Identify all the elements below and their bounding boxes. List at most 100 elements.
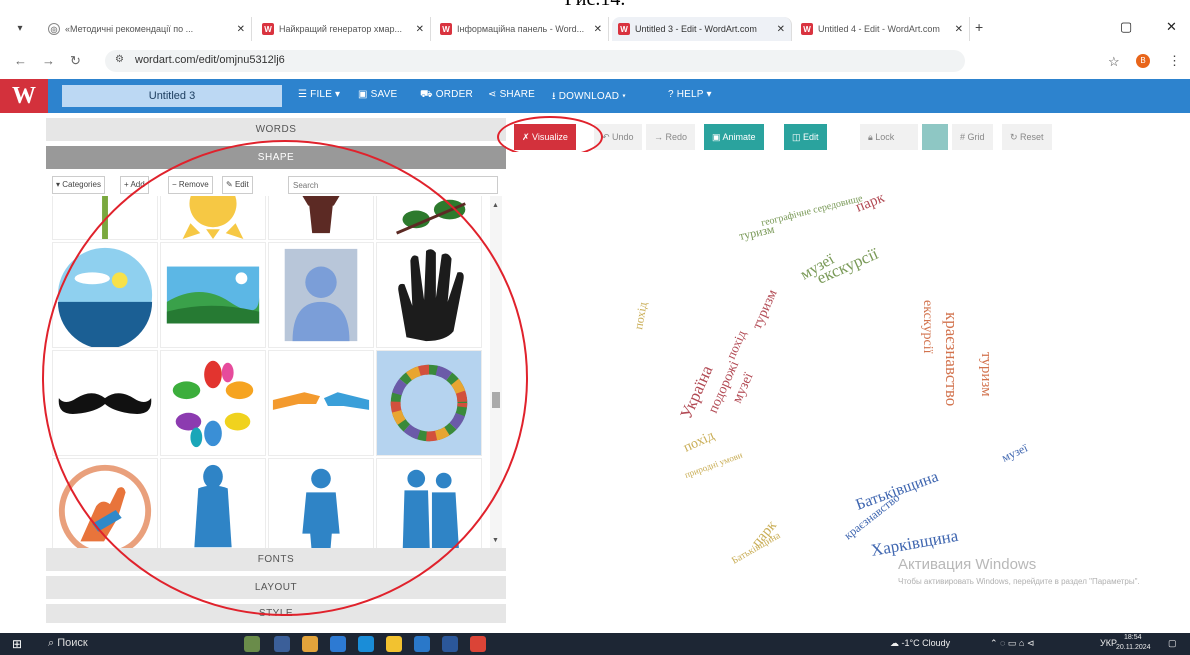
share-button[interactable]: ⋖ SHARE — [488, 89, 535, 100]
bookmark-star-icon[interactable]: ☆ — [1108, 54, 1120, 70]
edge-app-icon[interactable] — [358, 636, 374, 652]
animate-button[interactable]: ▣ Animate — [704, 124, 764, 150]
windows-start-icon[interactable]: ⊞ — [12, 637, 22, 651]
remove-shape-button[interactable]: − Remove — [168, 176, 213, 194]
weather-widget[interactable]: ☁ -1°C Cloudy — [890, 638, 950, 649]
shape-tile-leaves[interactable] — [376, 196, 482, 240]
save-button[interactable]: ▣ SAVE — [358, 89, 397, 100]
chrome-app-icon[interactable] — [330, 636, 346, 652]
lock-button[interactable]: 🔒︎ Lock — [860, 124, 918, 150]
scroll-up-icon[interactable]: ▲ — [492, 202, 499, 209]
language-indicator[interactable]: УКР — [1100, 638, 1117, 648]
order-button[interactable]: ⛟ ORDER — [420, 89, 473, 102]
close-icon[interactable]: ✕ — [777, 24, 785, 35]
restore-window-icon[interactable]: ▢ — [1120, 19, 1132, 35]
undo-label: Undo — [612, 132, 634, 142]
download-label: DOWNLOAD ▾ — [558, 91, 627, 102]
browser-tab-2[interactable]: W Найкращий генератор хмар... ✕ — [256, 17, 431, 41]
shape-tile-handshake[interactable] — [268, 350, 374, 456]
shape-tile-hands-circle-selected[interactable] — [376, 350, 482, 456]
new-tab-plus-icon[interactable]: + — [975, 19, 983, 35]
cloud-word: туризм — [750, 287, 781, 331]
scroll-down-icon[interactable]: ▼ — [492, 537, 499, 544]
figure-caption: Рис.14. — [0, 0, 1190, 9]
browser-app-icon[interactable] — [470, 636, 486, 652]
back-arrow-icon[interactable]: ← — [14, 53, 27, 68]
browser-tab-4-active[interactable]: W Untitled 3 - Edit - WordArt.com ✕ — [612, 17, 792, 41]
scrollbar-thumb[interactable] — [492, 392, 500, 408]
background-color-swatch[interactable] — [922, 124, 948, 150]
browser-tab-1[interactable]: ◎ «Методичні рекомендації по ... ✕ — [42, 17, 252, 41]
categories-dropdown[interactable]: ▾ Categories — [52, 176, 105, 194]
tab-search-button[interactable]: ▾ — [10, 19, 30, 39]
shape-tile-man[interactable] — [268, 458, 374, 548]
undo-icon: ↶ — [602, 132, 613, 142]
close-icon[interactable]: ✕ — [416, 24, 424, 35]
shape-tile-mustache[interactable] — [52, 350, 158, 456]
fonts-section-header[interactable]: FONTS — [46, 548, 506, 572]
profile-avatar[interactable]: B — [1136, 54, 1150, 68]
close-window-icon[interactable]: ✕ — [1166, 19, 1177, 35]
shape-tile-landscape-circle[interactable] — [52, 242, 158, 348]
tray-icons[interactable]: ⌃ ◌ ▭ ⌂ ⊲ — [990, 638, 1034, 649]
notifications-icon[interactable]: ▢ — [1168, 638, 1177, 649]
style-section-header[interactable]: STYLE — [46, 604, 506, 624]
help-menu[interactable]: ? HELP ▾ — [668, 89, 712, 100]
clock-date[interactable]: 20.11.2024 — [1116, 644, 1151, 651]
shape-tile-plant[interactable] — [52, 196, 158, 240]
shape-grid-scrollbar[interactable]: ▲ ▼ — [490, 196, 502, 548]
shape-tile-hand-circle[interactable] — [52, 458, 158, 548]
shape-tile-sun[interactable] — [160, 196, 266, 240]
browser-menu-icon[interactable]: ⋮ — [1168, 53, 1181, 69]
add-shape-button[interactable]: + Add — [120, 176, 149, 194]
layout-section-header[interactable]: LAYOUT — [46, 576, 506, 600]
reload-icon[interactable]: ↻ — [70, 53, 81, 69]
wordart-logo[interactable]: W — [0, 79, 48, 113]
edit-icon: ◫ — [792, 132, 804, 142]
colorful-hands-icon — [172, 360, 254, 448]
windows-activation-title: Активация Windows — [898, 556, 1037, 573]
shape-tile-couple[interactable] — [376, 458, 482, 548]
left-settings-panel: WORDS SHAPE ▾ Categories + Add − Remove … — [46, 118, 506, 624]
shape-tile-tree[interactable] — [268, 196, 374, 240]
tab-title: Untitled 3 - Edit - WordArt.com — [635, 24, 757, 34]
url-field[interactable]: ⚙ wordart.com/edit/omjnu5312lj6 — [105, 50, 965, 72]
close-icon[interactable]: ✕ — [955, 24, 963, 35]
calendar-app-icon[interactable] — [414, 636, 430, 652]
reset-button[interactable]: ↻ Reset — [1002, 124, 1052, 150]
landscape-app-icon[interactable] — [244, 636, 260, 652]
store-app-icon[interactable] — [302, 636, 318, 652]
shape-tile-hand[interactable] — [376, 242, 482, 348]
edit-button[interactable]: ◫ Edit — [784, 124, 827, 150]
cloud-word: екскурсії — [920, 300, 935, 354]
shape-search-input[interactable] — [288, 176, 498, 194]
download-menu[interactable]: ⭳ DOWNLOAD ▾ — [552, 89, 626, 106]
close-icon[interactable]: ✕ — [594, 24, 602, 35]
site-settings-icon[interactable]: ⚙ — [115, 54, 124, 65]
browser-tab-5[interactable]: W Untitled 4 - Edit - WordArt.com ✕ — [795, 17, 970, 41]
browser-tab-3[interactable]: W Інформаційна панель - Word... ✕ — [434, 17, 609, 41]
forward-arrow-icon[interactable]: → — [42, 53, 55, 68]
edit-shape-button[interactable]: ✎ Edit — [222, 176, 253, 194]
word-cloud-canvas[interactable]: парк екскурсії музеї туризм географічне … — [508, 152, 1190, 624]
shape-tile-portrait[interactable] — [268, 242, 374, 348]
file-explorer-icon[interactable] — [386, 636, 402, 652]
word-app-icon[interactable] — [442, 636, 458, 652]
file-menu[interactable]: ☰ FILE ▾ — [298, 89, 340, 100]
word-cloud: парк екскурсії музеї туризм географічне … — [631, 190, 1030, 567]
words-section-header[interactable]: WORDS — [46, 118, 506, 142]
task-view-icon[interactable] — [274, 636, 290, 652]
clock-time[interactable]: 18:54 — [1124, 634, 1142, 641]
redo-button[interactable]: → Redo — [646, 124, 696, 150]
document-name-input[interactable] — [62, 85, 282, 107]
taskbar-search[interactable]: ⌕ Поиск — [48, 637, 88, 650]
shape-tile-colorful-hands[interactable] — [160, 350, 266, 456]
grid-button[interactable]: # Grid — [952, 124, 993, 150]
shape-grid — [46, 196, 490, 548]
shape-section-header[interactable]: SHAPE — [46, 146, 506, 170]
close-icon[interactable]: ✕ — [237, 24, 245, 35]
couple-silhouette-icon — [402, 469, 459, 548]
animate-icon: ▣ — [712, 132, 723, 142]
shape-tile-woman[interactable] — [160, 458, 266, 548]
shape-tile-landscape[interactable] — [160, 242, 266, 348]
